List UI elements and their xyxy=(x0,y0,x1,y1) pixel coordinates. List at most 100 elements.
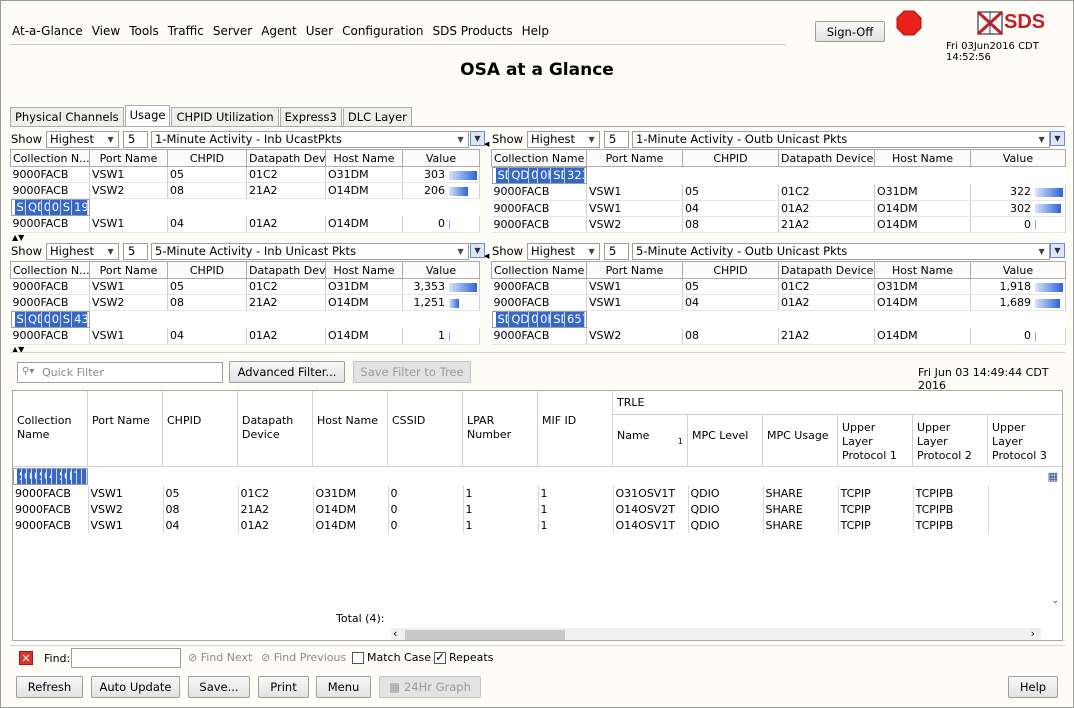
column-menu-icon[interactable]: ▼ xyxy=(1050,131,1065,146)
table-row[interactable]: 9000FACB VSW2 08 21A2 O14DM 0 1 1 O14OSV2T QDIO SH… xyxy=(13,501,1062,517)
find-next-button[interactable]: ⊘ Find Next xyxy=(188,651,252,664)
column-header[interactable]: Host Name xyxy=(874,149,971,167)
row-count-input[interactable]: 5 xyxy=(604,130,630,148)
column-header[interactable]: MIF ID xyxy=(538,391,613,467)
quick-filter-input[interactable]: ⚲▾ Quick Filter xyxy=(17,362,223,383)
menu-item-sds-products[interactable]: SDS Products xyxy=(432,24,512,42)
menu-item-configuration[interactable]: Configuration xyxy=(342,24,423,42)
table-row[interactable]: SDS1QDIOF000F0F02SDS1657 xyxy=(491,311,587,328)
menu-item-traffic[interactable]: Traffic xyxy=(168,24,204,42)
column-header[interactable]: Collection N... xyxy=(10,149,90,167)
column-header[interactable]: CHPID xyxy=(167,261,247,279)
column-header[interactable]: Port Name xyxy=(88,391,163,467)
save-filter-to-tree-button[interactable]: Save Filter to Tree xyxy=(353,361,471,383)
table-row[interactable]: 9000FACB VSW1 04 01A2 O14DM 1,689 xyxy=(491,294,1066,311)
column-header[interactable]: MPC Level xyxy=(688,415,763,467)
column-header[interactable]: Port Name xyxy=(586,261,683,279)
table-row[interactable]: 9000FACB VSW2 08 21A2 O14DM 0 xyxy=(491,216,1066,233)
panel-splitter-icon[interactable]: ◀ xyxy=(484,140,492,148)
horizontal-scrollbar[interactable]: ‹ › xyxy=(391,627,1041,640)
scroll-left-icon[interactable]: ‹ xyxy=(393,627,397,640)
menu-item-at-a-glance[interactable]: At-a-Glance xyxy=(12,24,83,42)
table-row[interactable]: 9000FACB VSW2 08 21A2 O14DM 1,251 xyxy=(10,294,480,311)
table-row[interactable]: 9000FACB VSW1 05 01C2 O31DM 1,918 xyxy=(491,278,1066,295)
show-mode-select[interactable]: Highest ▼ xyxy=(46,130,120,148)
column-header[interactable]: Upper Layer Protocol 1 xyxy=(838,415,913,467)
column-menu-icon[interactable]: ▼ xyxy=(1050,243,1065,258)
metric-select[interactable]: 5-Minute Activity - Outb Unicast Pkts ▼ xyxy=(632,242,1051,260)
menu-button[interactable]: Menu xyxy=(316,676,371,698)
metric-select[interactable]: 1-Minute Activity - Inb UcastPkts ▼ xyxy=(151,130,470,148)
column-header[interactable]: Datapath Dev... xyxy=(246,261,326,279)
column-header[interactable]: Value xyxy=(970,149,1066,167)
column-header[interactable]: Value xyxy=(970,261,1066,279)
tab-chpid-utilization[interactable]: CHPID Utilization xyxy=(171,107,279,126)
24hr-graph-button[interactable]: ▦ 24Hr Graph xyxy=(379,676,481,698)
tab-express3[interactable]: Express3 xyxy=(279,107,342,126)
column-header[interactable]: CHPID xyxy=(167,149,247,167)
repeats-checkbox[interactable]: Repeats xyxy=(434,650,493,664)
menu-item-server[interactable]: Server xyxy=(213,24,252,42)
column-header[interactable]: CHPID xyxy=(163,391,238,467)
column-header[interactable]: Name 1 xyxy=(613,415,688,467)
auto-update-button[interactable]: Auto Update xyxy=(91,676,180,698)
menu-item-help[interactable]: Help xyxy=(522,24,549,42)
column-header[interactable]: Upper Layer Protocol 2 xyxy=(913,415,988,467)
vertical-scroll-down-icon[interactable]: ⌄ xyxy=(1051,596,1059,606)
help-button[interactable]: Help xyxy=(1008,676,1058,698)
column-header[interactable]: Host Name xyxy=(325,261,403,279)
column-header[interactable]: Host Name xyxy=(874,261,971,279)
column-header[interactable]: Port Name xyxy=(89,261,168,279)
print-button[interactable]: Print xyxy=(258,676,309,698)
column-header[interactable]: Host Name xyxy=(325,149,403,167)
tab-dlc-layer[interactable]: DLC Layer xyxy=(342,107,412,126)
column-header[interactable]: Collection Name xyxy=(13,391,88,467)
table-row[interactable]: 9000FACB VSW1 04 01A2 O14DM 1 xyxy=(10,328,480,345)
tab-usage[interactable]: Usage xyxy=(124,105,171,126)
metric-select[interactable]: 5-Minute Activity - Inb Unicast Pkts ▼ xyxy=(151,242,470,260)
column-header[interactable]: Collection Name xyxy=(491,261,587,279)
table-row[interactable]: 9000FACB VSW1 04 01A2 O14DM 0 1 1 O14OSV1T QDIO SH… xyxy=(13,517,1062,533)
table-row[interactable]: SDS1QDIOF000F0F02SDS104SOMENAMEQDIOEXCLU… xyxy=(13,468,88,485)
tab-physical-channels[interactable]: Physical Channels xyxy=(10,107,124,126)
column-header[interactable]: Port Name xyxy=(586,149,683,167)
column-chooser-icon[interactable]: ▦ xyxy=(1048,470,1058,483)
advanced-filter-button[interactable]: Advanced Filter... xyxy=(229,361,345,383)
table-row[interactable]: 9000FACB VSW1 04 01A2 O14DM 302 xyxy=(491,200,1066,217)
menu-item-tools[interactable]: Tools xyxy=(129,24,159,42)
row-count-input[interactable]: 5 xyxy=(604,242,630,260)
menu-item-view[interactable]: View xyxy=(92,24,120,42)
table-row[interactable]: 9000FACB VSW1 05 01C2 O31DM 0 1 1 O31OSV1T QDIO SH… xyxy=(13,485,1062,501)
close-find-icon[interactable]: ✕ xyxy=(19,651,33,665)
table-row[interactable]: 9000FACB VSW1 04 01A2 O14DM 0 xyxy=(10,216,480,233)
column-header[interactable]: Value xyxy=(402,149,480,167)
find-input[interactable] xyxy=(71,648,181,668)
row-count-input[interactable]: 5 xyxy=(123,130,149,148)
table-row[interactable]: 9000FACB VSW1 05 01C2 O31DM 322 xyxy=(491,184,1066,201)
row-count-input[interactable]: 5 xyxy=(123,242,149,260)
refresh-button[interactable]: Refresh xyxy=(16,676,83,698)
match-case-checkbox[interactable]: Match Case xyxy=(352,651,431,664)
table-row[interactable]: 9000FACB VSW2 08 21A2 O14DM 0 xyxy=(491,328,1066,345)
column-menu-icon[interactable]: ▼ xyxy=(470,131,485,146)
column-header[interactable]: Port Name xyxy=(89,149,168,167)
menu-item-user[interactable]: User xyxy=(306,24,333,42)
column-header[interactable]: Datapath Device xyxy=(778,149,875,167)
table-row[interactable]: 9000FACB VSW1 05 01C2 O31DM 303 xyxy=(10,166,480,183)
column-header[interactable]: LPAR Number xyxy=(463,391,538,467)
column-header[interactable]: Value xyxy=(402,261,480,279)
column-header[interactable]: CSSID xyxy=(388,391,463,467)
panel-splitter-icon[interactable]: ◀ xyxy=(484,252,492,260)
metric-select[interactable]: 1-Minute Activity - Outb Unicast Pkts ▼ xyxy=(632,130,1051,148)
menu-item-agent[interactable]: Agent xyxy=(261,24,297,42)
find-previous-button[interactable]: ⊘ Find Previous xyxy=(261,651,346,664)
sign-off-button[interactable]: Sign-Off xyxy=(815,21,885,42)
column-header[interactable]: Upper Layer Protocol 3 xyxy=(988,415,1062,467)
table-row[interactable]: SDS1QDIOF000F0F02SDS1197 xyxy=(10,199,90,216)
table-row[interactable]: 9000FACB VSW1 05 01C2 O31DM 3,353 xyxy=(10,278,480,295)
column-header[interactable]: Collection N... xyxy=(10,261,90,279)
column-header[interactable]: CHPID xyxy=(682,149,779,167)
save-button[interactable]: Save... xyxy=(188,676,250,698)
column-header[interactable]: Datapath Device xyxy=(778,261,875,279)
table-row[interactable]: 9000FACB VSW2 08 21A2 O14DM 206 xyxy=(10,182,480,199)
